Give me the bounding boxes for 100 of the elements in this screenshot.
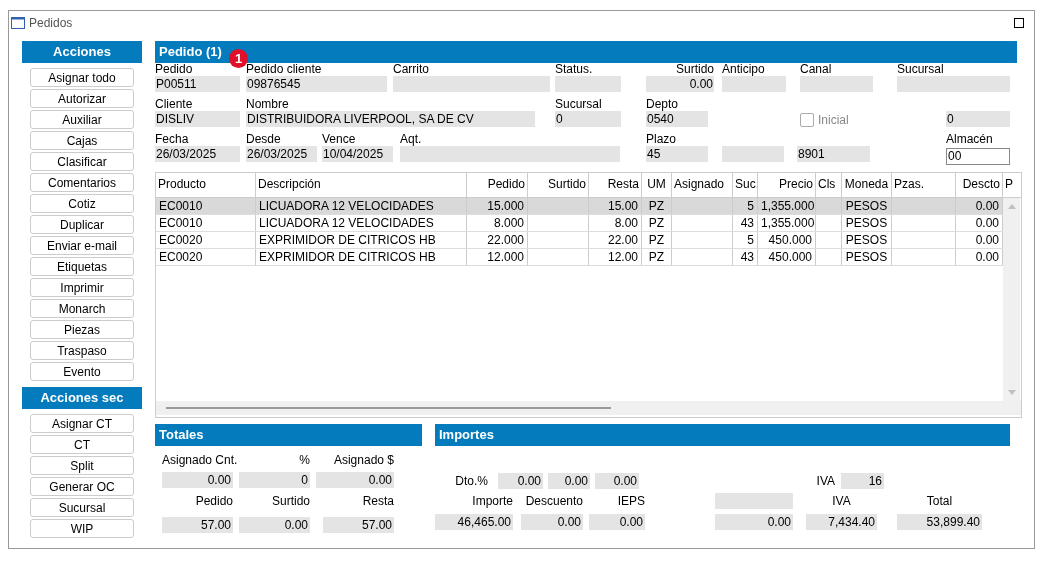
action-button[interactable]: Duplicar <box>30 215 134 234</box>
column-header[interactable]: Suc. <box>733 173 758 197</box>
text-field[interactable] <box>897 76 1010 92</box>
text-field[interactable]: 45 <box>646 146 708 162</box>
action-button[interactable]: Imprimir <box>30 278 134 297</box>
field-label: Dto.% <box>455 474 488 488</box>
action-button[interactable]: Piezas <box>30 320 134 339</box>
text-field[interactable]: 0.00 <box>646 76 714 92</box>
scroll-up-icon[interactable] <box>1007 204 1016 209</box>
text-field[interactable]: 0.00 <box>548 473 590 489</box>
text-field[interactable]: DISTRIBUIDORA LIVERPOOL, SA DE CV <box>246 111 535 127</box>
text-field[interactable]: 53,899.40 <box>897 514 982 530</box>
text-field[interactable]: 26/03/2025 <box>246 146 317 162</box>
action-button[interactable]: Asignar todo <box>30 68 134 87</box>
text-field[interactable]: 57.00 <box>323 517 394 533</box>
table-cell: 22.000 <box>487 233 524 247</box>
field-label: Descuento <box>525 494 583 508</box>
table-cell: 12.00 <box>607 250 638 264</box>
action-button[interactable]: Comentarios <box>30 173 134 192</box>
column-header[interactable]: Pedido <box>467 173 528 197</box>
action-button[interactable]: Sucursal <box>30 498 134 517</box>
table-cell: PESOS <box>845 233 888 247</box>
column-header[interactable]: Pzas. <box>892 173 956 197</box>
column-header[interactable]: Descripción <box>256 173 467 197</box>
field-label: IVA <box>816 474 835 488</box>
action-button[interactable]: CT <box>30 435 134 454</box>
text-field[interactable]: 0.00 <box>316 472 394 488</box>
vertical-scrollbar[interactable] <box>1003 198 1020 401</box>
action-button[interactable]: Clasificar <box>30 152 134 171</box>
table-row[interactable]: EC0010 LICUADORA 12 VELOCIDADES 8.000 8.00 PZ 43 1,355.000 PESOS 0.00 <box>156 215 1003 232</box>
table-cell: 43 <box>740 216 754 230</box>
text-field[interactable]: 0.00 <box>589 514 645 530</box>
action-button[interactable]: Autorizar <box>30 89 134 108</box>
column-header[interactable]: Resta <box>589 173 642 197</box>
text-field[interactable]: 0540 <box>646 111 708 127</box>
column-header[interactable]: UM <box>642 173 672 197</box>
text-field[interactable] <box>722 76 786 92</box>
text-field[interactable] <box>393 76 550 92</box>
panel-title: Pedido (1) <box>159 44 222 59</box>
action-button[interactable]: Evento <box>30 362 134 381</box>
text-field[interactable]: 0.00 <box>498 473 543 489</box>
action-button[interactable]: Generar OC <box>30 477 134 496</box>
column-header[interactable]: Moneda <box>842 173 892 197</box>
scroll-down-icon[interactable] <box>1007 390 1016 395</box>
field-label: Cliente <box>155 97 193 111</box>
text-field[interactable]: 0.00 <box>595 473 639 489</box>
table-cell: EC0010 <box>159 199 203 213</box>
text-field[interactable]: 16 <box>841 473 884 489</box>
text-field[interactable]: 46,465.00 <box>435 514 513 530</box>
table-cell: PZ <box>648 250 665 264</box>
text-field[interactable]: 0.00 <box>521 514 583 530</box>
text-field[interactable]: 57.00 <box>162 517 233 533</box>
maximize-icon[interactable] <box>1014 18 1024 28</box>
action-button[interactable]: Monarch <box>30 299 134 318</box>
scroll-thumb[interactable] <box>166 407 611 409</box>
horizontal-scrollbar[interactable] <box>156 401 1021 415</box>
column-header[interactable]: Asignado <box>672 173 733 197</box>
text-field[interactable]: 0.00 <box>715 514 793 530</box>
action-button[interactable]: Auxiliar <box>30 110 134 129</box>
text-field[interactable] <box>555 76 621 92</box>
action-button[interactable]: Enviar e-mail <box>30 236 134 255</box>
column-header[interactable]: P <box>1003 173 1021 197</box>
text-field[interactable]: 8901 <box>797 146 870 162</box>
text-field[interactable]: DISLIV <box>155 111 240 127</box>
column-header[interactable]: Producto <box>156 173 256 197</box>
table-row[interactable]: EC0020 EXPRIMIDOR DE CITRICOS HB 12.000 12.00 PZ 43 450.000 PESOS 0.00 <box>156 249 1003 266</box>
text-field[interactable] <box>715 493 793 509</box>
table-cell: 5 <box>747 199 754 213</box>
text-field[interactable]: 7,434.40 <box>806 514 877 530</box>
action-button[interactable]: Cotiz <box>30 194 134 213</box>
column-header[interactable]: Cls <box>816 173 842 197</box>
text-field[interactable] <box>800 76 873 92</box>
action-button[interactable]: Split <box>30 456 134 475</box>
text-field[interactable]: P00511 <box>155 76 240 92</box>
input-field[interactable]: 00 <box>946 148 1010 165</box>
action-button[interactable]: Asignar CT <box>30 414 134 433</box>
table-cell: PZ <box>648 233 665 247</box>
text-field[interactable]: 0 <box>239 472 310 488</box>
action-button[interactable]: WIP <box>30 519 134 538</box>
table-row[interactable]: EC0010 LICUADORA 12 VELOCIDADES 15.000 15.00 PZ 5 1,355.000 PESOS 0.00 <box>156 198 1003 215</box>
field-label: Surtido <box>675 62 714 76</box>
text-field[interactable]: 09876545 <box>246 76 387 92</box>
column-header[interactable]: Precio <box>758 173 816 197</box>
table-cell: 0.00 <box>975 250 999 264</box>
panel-header: Acciones <box>22 41 142 63</box>
text-field[interactable] <box>722 146 784 162</box>
text-field[interactable] <box>400 146 620 162</box>
column-header[interactable]: Surtido <box>528 173 589 197</box>
column-header[interactable]: Descto <box>956 173 1003 197</box>
text-field[interactable]: 0.00 <box>239 517 310 533</box>
table-row[interactable]: EC0020 EXPRIMIDOR DE CITRICOS HB 22.000 22.00 PZ 5 450.000 PESOS 0.00 <box>156 232 1003 249</box>
text-field[interactable]: 0 <box>555 111 621 127</box>
text-field[interactable]: 26/03/2025 <box>155 146 240 162</box>
action-button[interactable]: Traspaso <box>30 341 134 360</box>
action-button[interactable]: Etiquetas <box>30 257 134 276</box>
action-button[interactable]: Cajas <box>30 131 134 150</box>
text-field[interactable]: 10/04/2025 <box>322 146 393 162</box>
table-cell: 22.00 <box>607 233 638 247</box>
text-field[interactable]: 0 <box>946 111 1010 127</box>
text-field[interactable]: 0.00 <box>162 472 233 488</box>
